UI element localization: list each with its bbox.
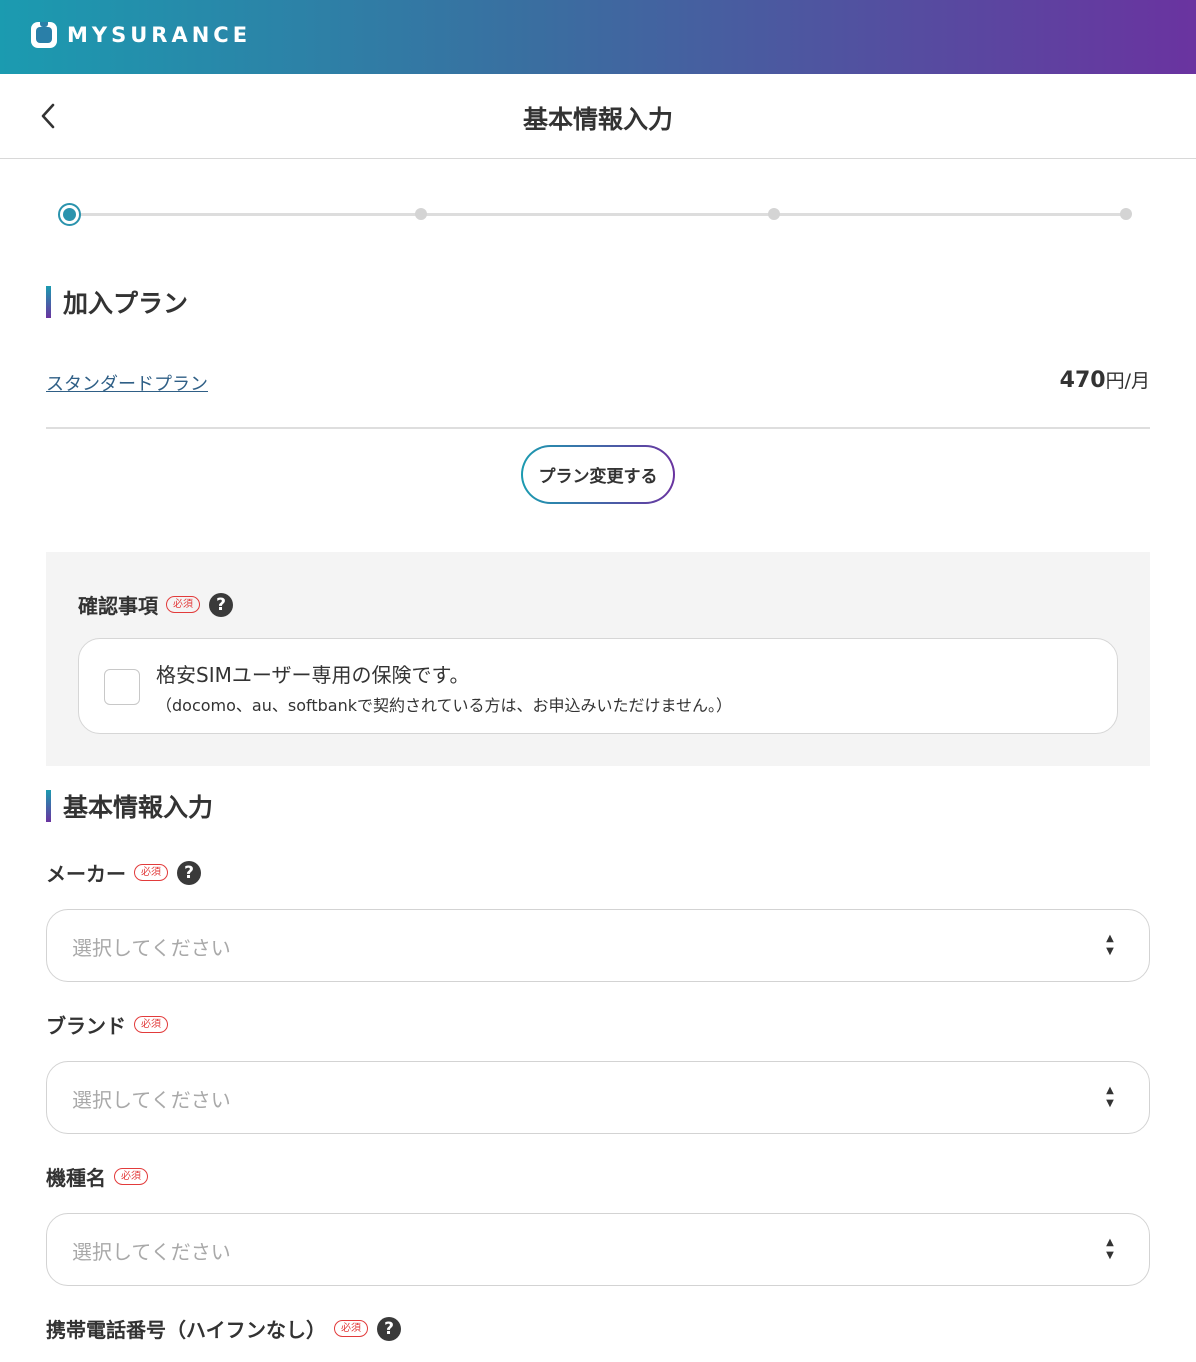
- required-badge: 必須: [166, 596, 200, 613]
- plan-section-heading: 加入プラン: [46, 285, 188, 319]
- confirmation-card[interactable]: 格安SIMユーザー専用の保険です。 （docomo、au、softbankで契約…: [78, 638, 1118, 734]
- basic-info-section-title: 基本情報入力: [63, 793, 214, 822]
- brand-label: ブランド: [46, 1014, 126, 1038]
- plan-price-value: 470: [1059, 368, 1106, 393]
- question-circle-icon[interactable]: ?: [377, 1316, 401, 1341]
- confirmation-label: 確認事項: [78, 594, 158, 618]
- plan-price: 470円/月: [1060, 366, 1150, 393]
- section-accent-bar: [46, 286, 51, 318]
- step-4: [1120, 208, 1132, 220]
- updown-arrows-icon: ▲ ▼: [1106, 1085, 1114, 1109]
- brand-select[interactable]: 選択してください ▲ ▼: [46, 1061, 1150, 1134]
- maker-select[interactable]: 選択してください ▲ ▼: [46, 909, 1150, 982]
- required-badge: 必須: [134, 864, 168, 881]
- plan-price-unit: 円/月: [1105, 370, 1150, 392]
- brand-label-row: ブランド 必須: [46, 1010, 168, 1039]
- updown-arrows-icon: ▲ ▼: [1106, 1237, 1114, 1261]
- phone-label: 携帯電話番号（ハイフンなし）: [46, 1318, 326, 1342]
- plan-row: スタンダードプラン 470円/月: [46, 362, 1150, 402]
- model-label-row: 機種名 必須: [46, 1162, 148, 1191]
- logo-text: MYSURANCE: [67, 23, 252, 47]
- confirmation-main-text: 格安SIMユーザー専用の保険です。: [156, 663, 470, 687]
- question-circle-icon[interactable]: ?: [209, 592, 233, 617]
- model-select-placeholder: 選択してください: [72, 1240, 231, 1264]
- maker-label-row: メーカー 必須 ?: [46, 858, 201, 887]
- question-circle-icon[interactable]: ?: [177, 860, 201, 885]
- top-brand-bar: MYSURANCE: [0, 0, 1196, 74]
- plan-change-button[interactable]: プラン変更する: [521, 445, 675, 504]
- model-label: 機種名: [46, 1166, 106, 1190]
- required-badge: 必須: [334, 1320, 368, 1337]
- required-badge: 必須: [114, 1168, 148, 1185]
- brand-logo[interactable]: MYSURANCE: [31, 21, 251, 49]
- maker-label: メーカー: [46, 862, 126, 886]
- confirmation-sub-text: （docomo、au、softbankで契約されている方は、お申込みいただけませ…: [156, 696, 733, 715]
- confirmation-checkbox[interactable]: [104, 669, 140, 705]
- model-select[interactable]: 選択してください ▲ ▼: [46, 1213, 1150, 1286]
- stepper-track: [68, 213, 1126, 216]
- phone-label-row: 携帯電話番号（ハイフンなし） 必須 ?: [46, 1314, 401, 1343]
- maker-select-placeholder: 選択してください: [72, 936, 231, 960]
- page-title: 基本情報入力: [522, 105, 673, 134]
- updown-arrows-icon: ▲ ▼: [1106, 933, 1114, 957]
- page-header: 基本情報入力: [0, 74, 1196, 159]
- basic-info-section-heading: 基本情報入力: [46, 789, 213, 823]
- progress-stepper: [58, 202, 1136, 226]
- confirmation-panel: 確認事項 必須 ? 格安SIMユーザー専用の保険です。 （docomo、au、s…: [46, 552, 1150, 766]
- plan-section-title: 加入プラン: [63, 289, 189, 318]
- plan-name-link[interactable]: スタンダードプラン: [46, 370, 208, 396]
- section-accent-bar: [46, 790, 51, 822]
- required-badge: 必須: [134, 1016, 168, 1033]
- brand-select-placeholder: 選択してください: [72, 1088, 231, 1112]
- step-2: [415, 208, 427, 220]
- plan-divider: [46, 427, 1150, 429]
- confirmation-label-row: 確認事項 必須 ?: [78, 590, 233, 619]
- logo-mark-icon: [31, 22, 57, 48]
- step-1-current: [58, 203, 81, 226]
- step-3: [768, 208, 780, 220]
